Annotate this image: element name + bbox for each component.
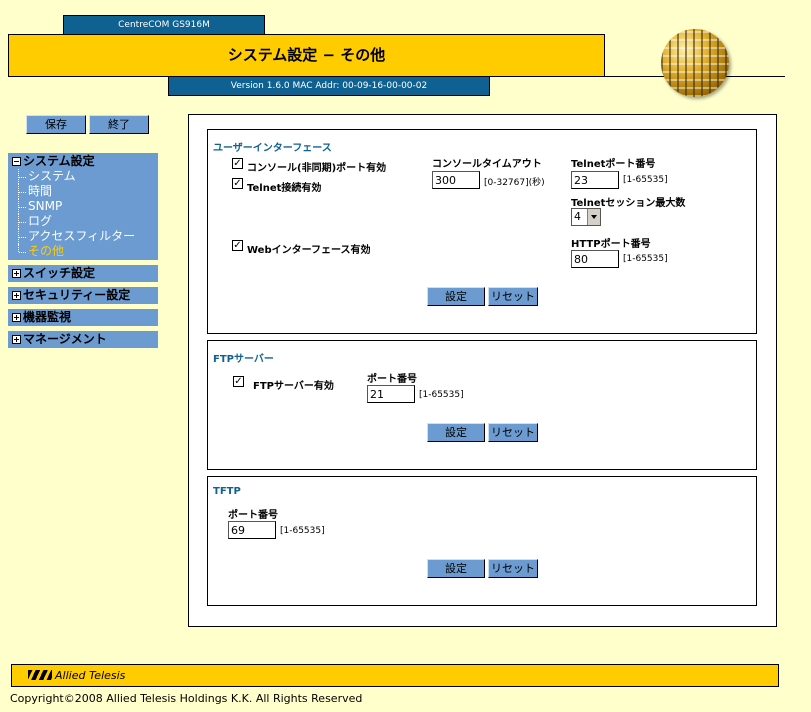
sidebar-item-access-filter[interactable]: アクセスフィルター [8,229,158,244]
section-title-user-interface: ユーザーインターフェース [213,143,332,154]
console-enabled-checkbox[interactable]: ✓ [232,158,243,169]
ftp-enabled-label: FTPサーバー有効 [253,381,334,392]
system-settings-submenu: システム 時間 SNMP ログ アクセスフィルター その他 [8,169,158,260]
tftp-port-label: ポート番号 [228,510,278,521]
ftp-port-input[interactable] [367,385,415,403]
version-info: Version 1.6.0 MAC Addr: 00-09-16-00-00-0… [168,77,490,96]
ftp-port-label: ポート番号 [367,374,417,385]
sidebar-item-system[interactable]: システム [8,169,158,184]
tftp-port-range: [1-65535] [280,526,325,536]
menu-device-monitoring[interactable]: 機器監視 [8,309,158,326]
expand-icon [12,335,21,344]
telnet-port-range: [1-65535] [623,175,668,185]
telnet-port-label: Telnetポート番号 [571,159,656,170]
http-port-range: [1-65535] [623,254,668,264]
http-port-label: HTTPポート番号 [571,239,651,250]
console-timeout-input[interactable] [432,171,480,189]
web-enabled-label: Webインターフェース有効 [247,245,371,256]
expand-icon [12,291,21,300]
ftp-server-section [207,340,757,470]
chevron-down-icon[interactable] [587,209,600,225]
company-logo: Allied Telesis [28,669,125,682]
ui-set-button[interactable]: 設定 [427,287,485,306]
expand-icon [12,313,21,322]
expand-icon [12,269,21,278]
ftp-enabled-checkbox[interactable]: ✓ [233,376,244,387]
ui-reset-button[interactable]: リセット [488,287,538,306]
telnet-port-input[interactable] [571,171,619,189]
ftp-set-button[interactable]: 設定 [427,423,485,442]
allied-telesis-logo-icon [28,670,52,680]
sidebar-item-snmp[interactable]: SNMP [8,199,158,214]
tftp-set-button[interactable]: 設定 [427,559,485,578]
exit-button[interactable]: 終了 [89,115,149,134]
menu-switch-settings[interactable]: スイッチ設定 [8,265,158,282]
globe-logo-icon [661,29,729,97]
ftp-port-range: [1-65535] [419,390,464,400]
telnet-enabled-checkbox[interactable]: ✓ [232,178,243,189]
sidebar-item-time[interactable]: 時間 [8,184,158,199]
ftp-reset-button[interactable]: リセット [488,423,538,442]
console-timeout-range: [0-32767](秒) [484,178,545,188]
save-button[interactable]: 保存 [26,115,86,134]
tftp-port-input[interactable] [228,521,276,539]
footer-bar: Allied Telesis [11,664,779,687]
telnet-sessions-select[interactable]: 4 [571,208,601,226]
menu-management[interactable]: マネージメント [8,331,158,348]
sidebar-item-log[interactable]: ログ [8,214,158,229]
telnet-enabled-label: Telnet接続有効 [247,183,322,194]
copyright-text: Copyright©2008 Allied Telesis Holdings K… [10,692,363,705]
sidebar-item-other[interactable]: その他 [8,244,158,259]
section-title-ftp: FTPサーバー [213,354,274,365]
web-enabled-checkbox[interactable]: ✓ [232,240,243,251]
page-title: システム設定 − その他 [8,34,605,77]
tftp-section [207,476,757,606]
telnet-sessions-label: Telnetセッション最大数 [571,198,686,209]
tftp-reset-button[interactable]: リセット [488,559,538,578]
http-port-input[interactable] [571,250,619,268]
console-enabled-label: コンソール(非同期)ポート有効 [247,163,387,174]
section-title-tftp: TFTP [213,486,241,497]
console-timeout-label: コンソールタイムアウト [432,159,542,170]
menu-system-settings[interactable]: システム設定 [8,153,158,170]
menu-security-settings[interactable]: セキュリティー設定 [8,287,158,304]
collapse-icon [12,157,21,166]
model-name: CentreCOM GS916M [63,15,265,34]
